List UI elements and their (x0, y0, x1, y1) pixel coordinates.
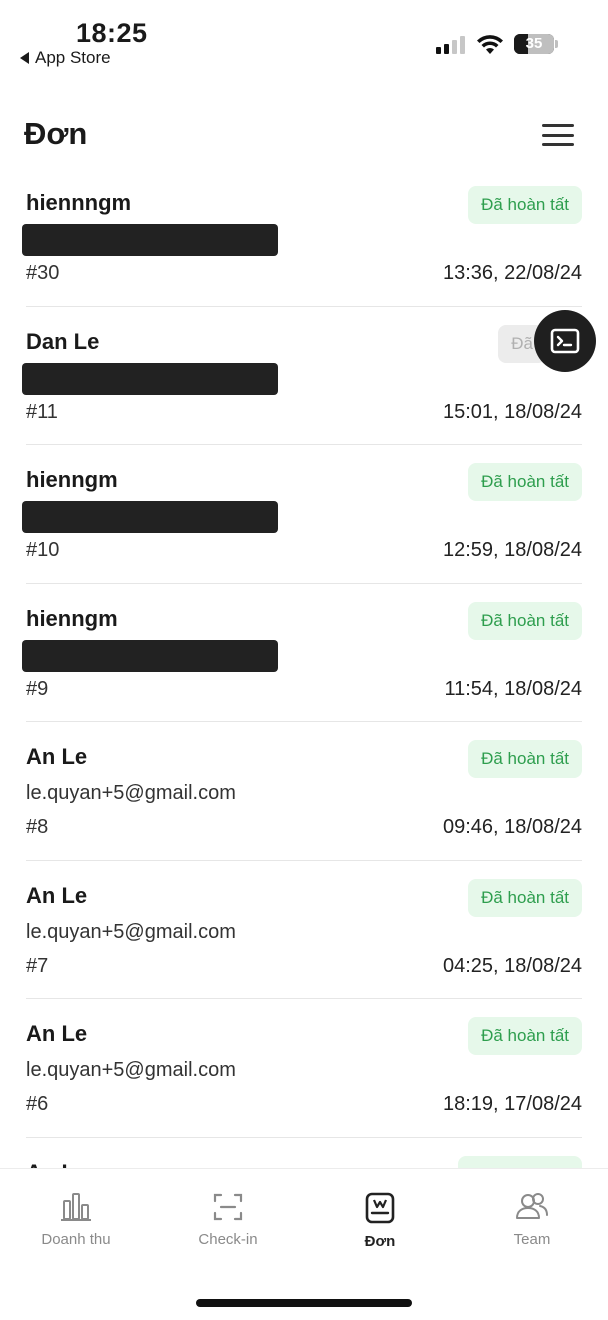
order-row[interactable]: An Le Đã hoàn tất le.quyan+5@gmail.com #… (26, 722, 582, 861)
order-email: le.quyan+5@gmail.com (26, 1059, 236, 1081)
tab-doanh-thu[interactable]: Doanh thu (16, 1191, 136, 1248)
order-customer-name: hiennngm (26, 190, 132, 215)
tab-label: Đơn (364, 1233, 396, 1250)
team-icon (516, 1193, 548, 1219)
back-app-label: App Store (35, 48, 111, 67)
battery-icon: 35 (514, 34, 554, 54)
order-customer-name: An Le (26, 882, 88, 908)
battery-level: 35 (525, 35, 543, 52)
terminal-icon (550, 328, 580, 354)
redacted-email (22, 639, 278, 672)
tab-team[interactable]: Team (472, 1191, 592, 1248)
floating-console-button[interactable] (534, 310, 596, 372)
back-to-app-store[interactable]: App Store (20, 48, 111, 68)
order-row[interactable]: An Le Đã hoàn tất le.quyan+5@gmail.com #… (26, 999, 582, 1138)
tab-label: Check-in (198, 1231, 258, 1248)
tab-don[interactable]: Đơn (320, 1191, 440, 1250)
tab-label: Team (513, 1231, 551, 1248)
order-time: 11:54, 18/08/24 (444, 677, 582, 700)
status-time: 18:25 (76, 18, 148, 48)
redacted-email (22, 224, 278, 256)
order-customer-name: hienngm (26, 605, 118, 631)
status-badge: Đã hoàn tất (468, 463, 582, 501)
order-customer-name: hienngm (26, 467, 118, 492)
order-list: hiennngm Đã hoàn tất #30 13:36, 22/08/24… (0, 168, 608, 1168)
order-row[interactable]: An Le Đã hoàn tất le.quyan+5@gmail.com #… (26, 861, 582, 999)
status-badge: Đã hoàn tất (468, 1017, 582, 1055)
hamburger-menu-icon[interactable] (540, 122, 576, 148)
order-email: le.quyan+5@gmail.com (26, 782, 236, 804)
order-id: #7 (26, 954, 49, 977)
order-customer-name: An Le (26, 1160, 87, 1169)
page-title: Đơn (24, 116, 88, 151)
order-row[interactable]: hienngm Đã hoàn tất #9 11:54, 18/08/24 (22, 584, 582, 722)
cellular-signal-icon (436, 36, 465, 54)
order-row[interactable]: hiennngm Đã hoàn tất #30 13:36, 22/08/24 (22, 168, 582, 307)
order-id: #9 (26, 677, 49, 700)
order-customer-name: An Le (26, 1021, 88, 1046)
order-id: #6 (26, 1093, 49, 1115)
order-time: 09:46, 18/08/24 (442, 816, 582, 838)
status-badge (458, 1155, 582, 1168)
order-id: #11 (26, 400, 58, 423)
order-id: #30 (26, 262, 60, 284)
status-badge: Đã hoàn tất (468, 186, 582, 224)
order-id: #10 (26, 539, 60, 561)
order-time: 15:01, 18/08/24 (442, 400, 582, 423)
order-time: 18:19, 17/08/24 (442, 1093, 582, 1115)
order-email: le.quyan+5@gmail.com (26, 920, 236, 943)
redacted-email (22, 362, 278, 395)
tab-label: Doanh thu (41, 1231, 111, 1248)
order-row[interactable]: hienngm Đã hoàn tất #10 12:59, 18/08/24 (22, 445, 582, 584)
scan-icon (213, 1193, 243, 1221)
status-bar: 18:25 App Store 35 (0, 0, 608, 80)
wifi-icon (477, 35, 503, 54)
order-time: 04:25, 18/08/24 (442, 954, 582, 977)
order-row[interactable]: Dan Le Đã #11 15:01, 18/08/24 (22, 307, 582, 445)
order-id: #8 (26, 816, 49, 838)
home-indicator (196, 1299, 412, 1307)
status-badge: Đã hoàn tất (468, 740, 582, 778)
status-badge: Đã hoàn tất (468, 601, 582, 640)
tab-check-in[interactable]: Check-in (168, 1191, 288, 1248)
bar-chart-icon (61, 1193, 91, 1221)
back-arrow-icon (20, 52, 29, 64)
order-customer-name: Dan Le (26, 328, 100, 354)
order-time: 13:36, 22/08/24 (442, 262, 582, 284)
order-row[interactable]: An Le (26, 1138, 582, 1169)
status-badge: Đã hoàn tất (468, 878, 582, 917)
order-time: 12:59, 18/08/24 (442, 539, 582, 561)
redacted-email (22, 501, 278, 533)
bottom-tab-bar: Doanh thu Check-in Đơn Team (0, 1168, 608, 1320)
order-doc-icon (365, 1192, 395, 1224)
order-customer-name: An Le (26, 744, 88, 769)
